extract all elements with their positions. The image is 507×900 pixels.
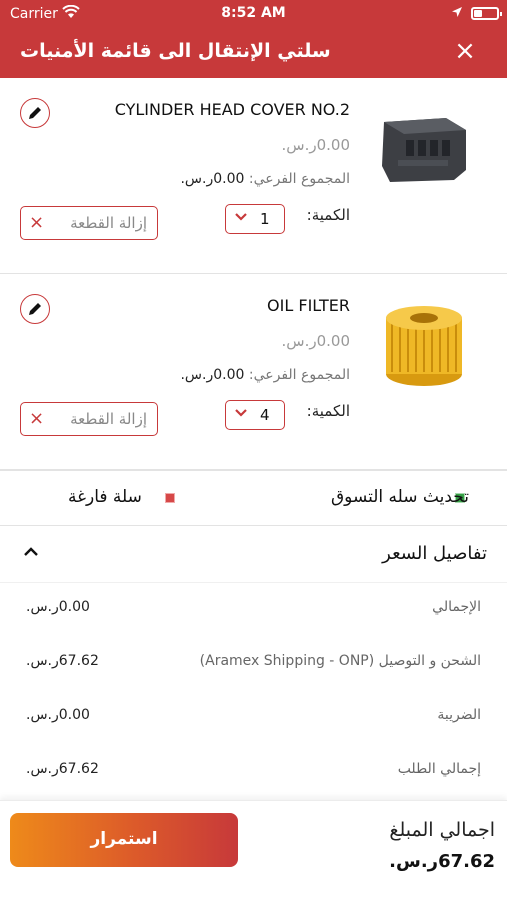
- quantity-label: الكمية:: [306, 206, 350, 224]
- quantity-value: 4: [260, 406, 270, 424]
- subtotal-label: المجموع الفرعي:: [248, 171, 350, 187]
- quantity-label: الكمية:: [306, 402, 350, 420]
- remove-item-label: إزالة القطعة: [70, 214, 147, 232]
- cart-item: OIL FILTER 0.00ر.س. المجموع الفرعي: 0.00…: [0, 274, 507, 470]
- product-subtotal: المجموع الفرعي: 0.00ر.س.: [180, 367, 350, 383]
- product-name[interactable]: OIL FILTER: [267, 296, 350, 315]
- remove-item-button[interactable]: × إزالة القطعة: [20, 402, 158, 436]
- price-row: الشحن و التوصيل (Aramex Shipping - ONP) …: [0, 637, 507, 691]
- product-price: 0.00ر.س.: [281, 136, 351, 154]
- status-bar: Carrier 8:52 AM: [0, 0, 507, 28]
- continue-label: استمرار: [90, 829, 158, 849]
- price-row-label: الضريبة: [437, 707, 481, 723]
- quantity-select[interactable]: 1: [225, 204, 285, 234]
- quantity-select[interactable]: 4: [225, 400, 285, 430]
- product-image[interactable]: [376, 296, 472, 392]
- subtotal-label: المجموع الفرعي:: [248, 367, 350, 383]
- chevron-up-icon[interactable]: [22, 545, 40, 559]
- location-arrow-icon: [451, 6, 463, 22]
- price-row-value: 0.00ر.س.: [26, 707, 90, 723]
- subtotal-value: 0.00ر.س.: [180, 367, 245, 383]
- price-row-value: 67.62ر.س.: [26, 761, 99, 777]
- page-title: سلتي الإنتقال الى قائمة الأمنيات: [20, 40, 331, 62]
- continue-button[interactable]: استمرار: [10, 813, 238, 867]
- subtotal-value: 0.00ر.س.: [180, 171, 245, 187]
- total-label: اجمالي المبلغ: [389, 819, 495, 841]
- price-details-title: تفاصيل السعر: [382, 543, 487, 564]
- cart-actions: تحديث سله التسوق سلة فارغة: [0, 470, 507, 526]
- remove-item-button[interactable]: × إزالة القطعة: [20, 206, 158, 240]
- empty-cart-button[interactable]: سلة فارغة: [68, 487, 142, 507]
- product-subtotal: المجموع الفرعي: 0.00ر.س.: [180, 171, 350, 187]
- price-row-label: إجمالي الطلب: [397, 761, 481, 777]
- product-image[interactable]: [376, 100, 472, 196]
- price-row-value: 0.00ر.س.: [26, 599, 90, 615]
- price-row: إجمالي الطلب 67.62ر.س.: [0, 745, 507, 799]
- checkout-footer: استمرار اجمالي المبلغ 67.62ر.س.: [0, 800, 507, 900]
- product-price: 0.00ر.س.: [281, 332, 351, 350]
- pencil-icon: [29, 107, 41, 119]
- price-row-value: 67.62ر.س.: [26, 653, 99, 669]
- remove-item-label: إزالة القطعة: [70, 410, 147, 428]
- update-cart-button[interactable]: تحديث سله التسوق: [331, 487, 469, 507]
- clock: 8:52 AM: [221, 5, 286, 21]
- nav-bar: سلتي الإنتقال الى قائمة الأمنيات ×: [0, 28, 507, 78]
- price-details-toggle[interactable]: تفاصيل السعر: [0, 527, 507, 583]
- chevron-down-icon: [235, 213, 247, 221]
- price-row-label: الإجمالي: [432, 599, 481, 615]
- pencil-icon: [29, 303, 41, 315]
- edit-button[interactable]: [20, 98, 50, 128]
- quantity-value: 1: [260, 210, 270, 228]
- product-name[interactable]: CYLINDER HEAD COVER NO.2: [115, 100, 350, 119]
- close-icon: ×: [29, 212, 45, 233]
- total-value: 67.62ر.س.: [389, 851, 495, 872]
- battery-icon: [471, 7, 502, 20]
- edit-button[interactable]: [20, 294, 50, 324]
- chevron-down-icon: [235, 409, 247, 417]
- close-icon: ×: [29, 408, 45, 429]
- price-row: الإجمالي 0.00ر.س.: [0, 583, 507, 637]
- cart-item: CYLINDER HEAD COVER NO.2 0.00ر.س. المجمو…: [0, 78, 507, 274]
- price-row: الضريبة 0.00ر.س.: [0, 691, 507, 745]
- empty-cart-icon[interactable]: [165, 493, 175, 503]
- price-row-label: الشحن و التوصيل (Aramex Shipping - ONP): [199, 653, 481, 669]
- close-icon[interactable]: ×: [452, 38, 478, 64]
